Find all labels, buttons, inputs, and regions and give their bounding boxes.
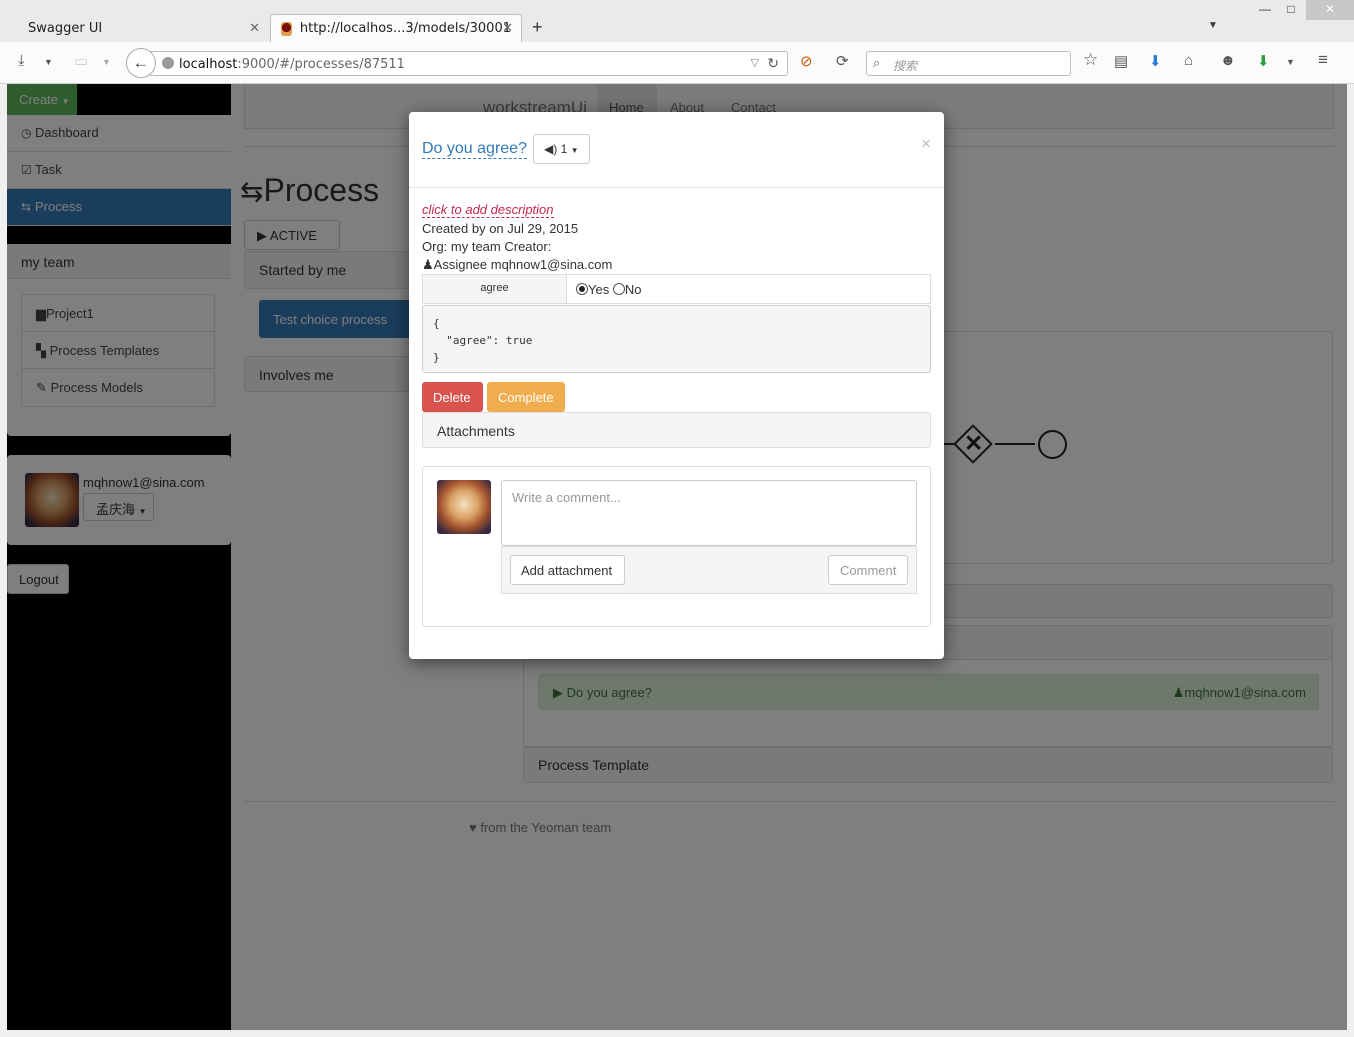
user-icon: ♟: [422, 257, 434, 272]
delete-button[interactable]: Delete: [422, 382, 483, 412]
tab-title: Swagger UI: [28, 20, 103, 36]
home-icon[interactable]: ⌂: [1184, 52, 1193, 69]
close-icon[interactable]: ×: [921, 134, 931, 154]
download-icon[interactable]: ⬇: [1149, 52, 1162, 70]
close-tab-icon[interactable]: ✕: [502, 21, 513, 36]
search-placeholder: 搜索: [893, 59, 918, 73]
complete-button[interactable]: Complete: [487, 382, 565, 412]
comment-panel: Write a comment... Add attachment Commen…: [422, 466, 931, 627]
caret-down-icon: ▼: [570, 146, 579, 155]
modal-title[interactable]: Do you agree?: [422, 140, 527, 159]
browser-toolbar: ⤓ ▼ ▭ ▼ localhost:9000/#/processes/87511…: [0, 42, 1354, 84]
form-json-preview: { "agree": true }: [422, 305, 931, 373]
chevron-down-icon[interactable]: ▼: [1286, 57, 1295, 67]
comment-footer: Add attachment Comment: [501, 546, 917, 594]
add-attachment-button[interactable]: Add attachment: [510, 555, 625, 585]
comment-input[interactable]: Write a comment...: [501, 480, 917, 546]
reload-icon[interactable]: ↻: [767, 55, 779, 72]
tab-list-chevron-icon[interactable]: ▼: [1208, 20, 1218, 31]
browser-tab-swagger[interactable]: Swagger UI ✕: [18, 14, 268, 42]
favicon-icon: [281, 21, 292, 36]
radio-no[interactable]: [612, 283, 625, 295]
search-input[interactable]: ⌕ 搜索: [866, 51, 1071, 76]
window-close-icon[interactable]: ✕: [1306, 0, 1354, 20]
task-modal: Do you agree? ◀) 1 ▼ × click to add desc…: [409, 112, 944, 659]
browser-tab-current[interactable]: http://localhos...3/models/30001 ✕: [270, 14, 522, 42]
volume-icon: ◀): [544, 142, 558, 156]
maximize-icon[interactable]: □: [1276, 0, 1306, 20]
form-field-options: Yes No: [576, 282, 641, 297]
history-dropdown-icon[interactable]: ▽: [751, 56, 759, 69]
priority-dropdown[interactable]: ◀) 1 ▼: [533, 134, 590, 164]
web-page: Create ▼ ◷Dashboard ☑Task ⇆Process my te…: [7, 84, 1347, 1030]
back-button[interactable]: ←: [126, 48, 156, 78]
description-editable[interactable]: click to add description: [422, 202, 554, 218]
attachments-panel[interactable]: Attachments: [422, 412, 931, 448]
reading-list-icon[interactable]: ▤: [1114, 52, 1128, 70]
address-bar[interactable]: localhost:9000/#/processes/87511 ▽ ↻: [150, 51, 788, 76]
form-field-label: agree: [423, 275, 567, 303]
downloads-blocked-icon[interactable]: ⤓: [18, 52, 25, 69]
org-info: Org: my team Creator:: [422, 239, 552, 254]
chat-icon[interactable]: ☻: [1220, 52, 1236, 69]
globe-icon: [162, 57, 174, 69]
chevron-down-icon[interactable]: ▼: [102, 57, 111, 67]
addon-download-icon[interactable]: ⬇: [1257, 52, 1270, 70]
search-icon: ⌕: [873, 55, 881, 70]
url-text[interactable]: localhost:9000/#/processes/87511: [179, 57, 405, 72]
tab-title: http://localhos...3/models/30001: [299, 21, 511, 36]
browser-tab-strip: Swagger UI ✕ http://localhos...3/models/…: [0, 0, 1354, 42]
folder-icon[interactable]: ▭: [74, 52, 88, 70]
modal-header: Do you agree? ◀) 1 ▼ ×: [409, 112, 944, 188]
avatar: [437, 480, 491, 534]
bookmark-star-icon[interactable]: ☆: [1083, 50, 1098, 70]
close-tab-icon[interactable]: ✕: [249, 21, 260, 36]
assignee-info: ♟Assignee mqhnow1@sina.com: [422, 257, 613, 272]
created-info: Created by on Jul 29, 2015: [422, 221, 579, 236]
form-field-row: agree Yes No: [422, 274, 931, 304]
radio-yes[interactable]: [576, 283, 588, 295]
comment-button[interactable]: Comment: [828, 555, 908, 585]
addon-block-icon[interactable]: ⊘: [800, 52, 813, 70]
sync-icon[interactable]: ⟳: [836, 52, 849, 70]
menu-icon[interactable]: ≡: [1318, 50, 1328, 70]
chevron-down-icon[interactable]: ▼: [44, 57, 53, 67]
new-tab-plus-icon[interactable]: +: [532, 17, 543, 38]
